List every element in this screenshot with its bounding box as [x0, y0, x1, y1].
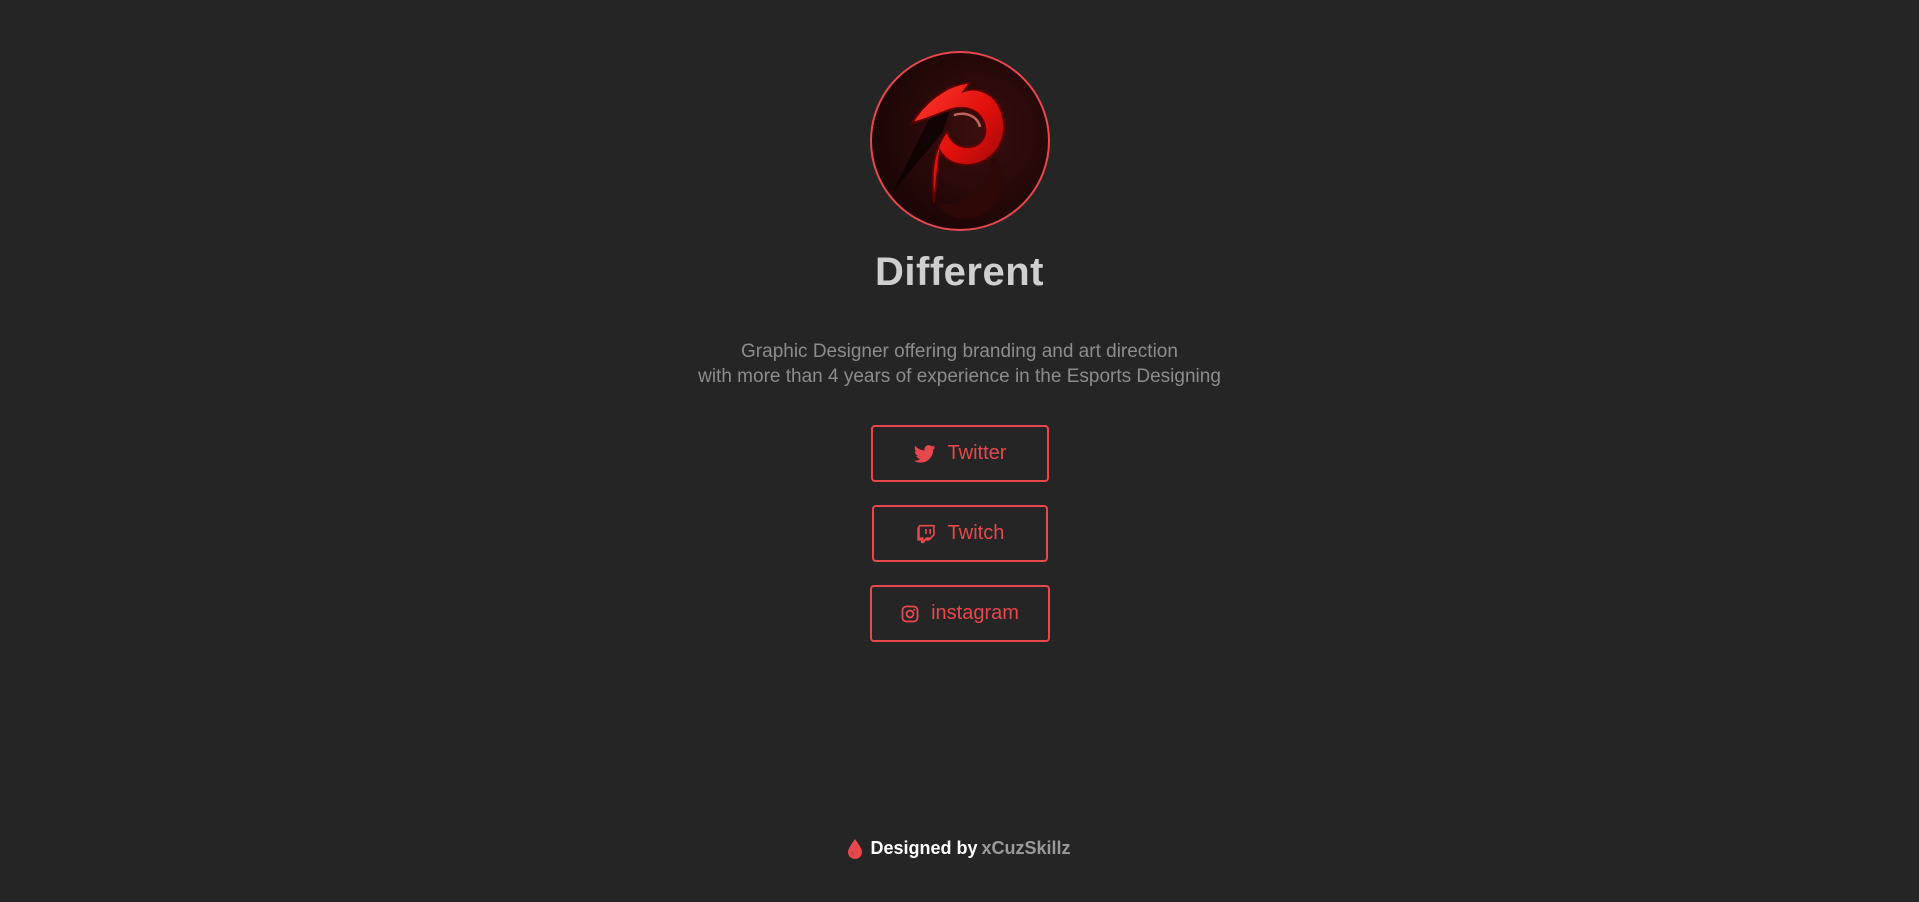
drop-icon — [848, 838, 863, 859]
author-link[interactable]: xCuzSkillz — [982, 838, 1071, 858]
bio-line-1: Graphic Designer offering branding and a… — [741, 341, 1178, 362]
twitter-icon — [913, 444, 935, 463]
twitter-button[interactable]: Twitter — [871, 425, 1049, 482]
footer: Designed by xCuzSkillz — [0, 838, 1919, 859]
red-flame-d-logo — [892, 78, 1006, 219]
instagram-label: instagram — [931, 602, 1019, 624]
twitch-icon — [916, 524, 935, 543]
bio-line-2: with more than 4 years of experience in … — [698, 366, 1221, 387]
profile-bio: Graphic Designer offering branding and a… — [0, 339, 1919, 389]
twitter-label: Twitter — [947, 442, 1007, 464]
twitch-label: Twitch — [947, 522, 1005, 544]
instagram-button[interactable]: instagram — [870, 585, 1050, 642]
designed-by-label: Designed by — [870, 838, 978, 858]
twitch-button[interactable]: Twitch — [872, 505, 1048, 562]
page: Different Graphic Designer offering bran… — [0, 0, 1919, 902]
profile-name: Different — [875, 250, 1044, 294]
avatar — [870, 51, 1050, 231]
instagram-icon — [901, 605, 919, 622]
